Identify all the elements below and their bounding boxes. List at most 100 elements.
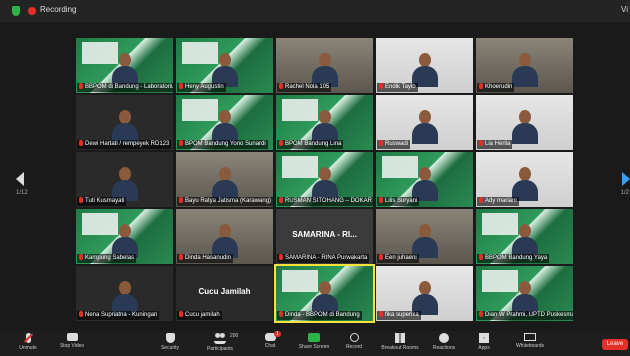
muted-mic-icon bbox=[379, 83, 383, 89]
participant-name: BBPOM di Bandung - Laboratorium bbox=[85, 84, 173, 90]
muted-mic-icon bbox=[79, 254, 83, 260]
participant-name: fika superika bbox=[385, 312, 419, 318]
participant-name-label: Lilis Suryani bbox=[377, 197, 420, 206]
participant-name: Een juhaeni bbox=[385, 255, 417, 261]
participant-name-label: BPOM Bandung Yono Sunardi bbox=[177, 140, 268, 149]
participant-video bbox=[511, 53, 538, 87]
reactions-smiley-icon bbox=[439, 333, 449, 343]
participant-video bbox=[211, 167, 238, 201]
record-button[interactable]: Record bbox=[332, 333, 376, 350]
participant-name-label: Bayu Ratya Jatisma (Karawang) bbox=[177, 197, 273, 206]
previous-page-arrow-icon[interactable] bbox=[16, 172, 24, 186]
participant-video bbox=[511, 167, 538, 201]
muted-mic-icon bbox=[479, 311, 483, 317]
share-screen-button[interactable]: Share Screen bbox=[292, 333, 336, 350]
participant-tile[interactable]: BBPOM di Bandung - Laboratorium bbox=[76, 38, 173, 93]
encryption-shield-icon[interactable] bbox=[12, 6, 20, 16]
whiteboard-icon bbox=[524, 333, 536, 341]
participant-tile[interactable]: BBPOM Bandung Yaya bbox=[476, 209, 573, 264]
participant-tile[interactable]: fika superika bbox=[376, 266, 473, 321]
security-button[interactable]: Security bbox=[148, 333, 192, 351]
participant-tile[interactable]: Dewi Hartati / rempeyek RD123 bbox=[76, 95, 173, 150]
stop-video-button[interactable]: Stop Video bbox=[50, 333, 94, 349]
participant-name-label: Een juhaeni bbox=[377, 254, 419, 263]
record-icon bbox=[349, 333, 359, 342]
participant-tile[interactable]: Een juhaeni bbox=[376, 209, 473, 264]
participant-tile[interactable]: BPOM Bandung Yono Sunardi bbox=[176, 95, 273, 150]
participant-video bbox=[411, 53, 438, 87]
participant-tile[interactable]: SAMARINA - RI... SAMARINA - RINA Purwakar… bbox=[276, 209, 373, 264]
participant-tile[interactable]: Ruswadi bbox=[376, 95, 473, 150]
page-indicator-left: 1/12 bbox=[16, 190, 28, 196]
participant-name: Nena Supriatna - Kuningan bbox=[85, 312, 158, 318]
participant-tile[interactable]: Khoerudin bbox=[476, 38, 573, 93]
muted-mic-icon bbox=[79, 197, 83, 203]
participant-tile[interactable]: Lia Herlia bbox=[476, 95, 573, 150]
whiteboards-button[interactable]: Whiteboards bbox=[508, 333, 552, 349]
participant-name-label: BBPOM Bandung Yaya bbox=[477, 254, 550, 263]
muted-mic-icon bbox=[379, 197, 383, 203]
participant-name-label: Dinda Hasanudin bbox=[177, 254, 234, 263]
participant-name: Endik Tayib bbox=[385, 84, 416, 90]
next-page-arrow-icon[interactable] bbox=[622, 172, 630, 186]
participant-video bbox=[311, 110, 338, 144]
breakout-rooms-button[interactable]: Breakout Rooms bbox=[378, 333, 422, 351]
muted-mic-icon bbox=[79, 83, 83, 89]
participant-tile[interactable]: Lilis Suryani bbox=[376, 152, 473, 207]
participant-name: Tuti Kusmayati bbox=[85, 198, 125, 204]
recording-status[interactable]: Recording bbox=[40, 5, 76, 14]
participant-name-label: SAMARINA - RINA Purwakarta bbox=[277, 254, 370, 263]
participant-video bbox=[511, 224, 538, 258]
page-indicator-right: 1/2 bbox=[620, 190, 629, 196]
participant-video bbox=[111, 110, 138, 144]
participant-name: Dinda - BBPOM di Bandung bbox=[285, 312, 360, 318]
participant-video bbox=[411, 167, 438, 201]
participant-tile[interactable]: Kampung Sabelas bbox=[76, 209, 173, 264]
microphone-muted-icon bbox=[25, 333, 31, 343]
muted-mic-icon bbox=[279, 197, 283, 203]
participant-name-label: Khoerudin bbox=[477, 83, 515, 92]
participant-name: Khoerudin bbox=[485, 84, 513, 90]
participant-display-name: Cucu Jamilah bbox=[198, 287, 251, 296]
share-screen-icon bbox=[308, 333, 320, 342]
meeting-top-bar: Recording Vi bbox=[0, 0, 630, 22]
participant-name: BPOM Bandung Lina bbox=[285, 141, 342, 147]
participant-tile[interactable]: Bayu Ratya Jatisma (Karawang) bbox=[176, 152, 273, 207]
participant-tile[interactable]: Cucu Jamilah Cucu jamilah bbox=[176, 266, 273, 321]
participant-video bbox=[111, 224, 138, 258]
participant-name: RUSMAN SITOHANG – DOKAR bbox=[285, 198, 372, 204]
participant-tile[interactable]: Dian W Prahmi, UPTD Puskesmas bbox=[476, 266, 573, 321]
apps-grid-icon bbox=[479, 333, 489, 343]
participant-video bbox=[311, 53, 338, 87]
muted-mic-icon bbox=[379, 311, 383, 317]
security-shield-icon bbox=[165, 333, 175, 343]
apps-button[interactable]: Apps bbox=[462, 333, 506, 351]
leave-button[interactable]: Leave bbox=[602, 339, 628, 350]
participant-tile[interactable]: Endik Tayib bbox=[376, 38, 473, 93]
reactions-button[interactable]: Reactions bbox=[422, 333, 466, 351]
participant-tile[interactable]: Rachel Nola 105 bbox=[276, 38, 373, 93]
muted-mic-icon bbox=[179, 254, 183, 260]
unmute-button[interactable]: Unmute bbox=[6, 333, 50, 351]
participant-name-label: Tuti Kusmayati bbox=[77, 197, 127, 206]
participant-tile[interactable]: Dinda - BBPOM di Bandung bbox=[274, 264, 375, 323]
chat-button[interactable]: 1 Chat bbox=[248, 331, 292, 349]
participant-tile[interactable]: Tuti Kusmayati bbox=[76, 152, 173, 207]
participant-tile[interactable]: BPOM Bandung Lina bbox=[276, 95, 373, 150]
participant-tile[interactable]: Heny Augustin bbox=[176, 38, 273, 93]
participant-tile[interactable]: Dinda Hasanudin bbox=[176, 209, 273, 264]
participant-tile[interactable]: RUSMAN SITOHANG – DOKAR bbox=[276, 152, 373, 207]
participant-name-label: Endik Tayib bbox=[377, 83, 418, 92]
participant-name: Ady mariani bbox=[485, 198, 517, 204]
participants-button[interactable]: 200 Participants bbox=[198, 333, 242, 352]
muted-mic-icon bbox=[179, 197, 183, 203]
participant-tile[interactable]: Ady mariani bbox=[476, 152, 573, 207]
view-button[interactable]: Vi bbox=[621, 5, 628, 14]
muted-mic-icon bbox=[479, 197, 483, 203]
participant-tile[interactable]: Nena Supriatna - Kuningan bbox=[76, 266, 173, 321]
participant-name-label: Dewi Hartati / rempeyek RD123 bbox=[77, 140, 172, 149]
muted-mic-icon bbox=[79, 140, 83, 146]
muted-mic-icon bbox=[279, 311, 283, 317]
participant-video bbox=[411, 224, 438, 258]
muted-mic-icon bbox=[479, 140, 483, 146]
